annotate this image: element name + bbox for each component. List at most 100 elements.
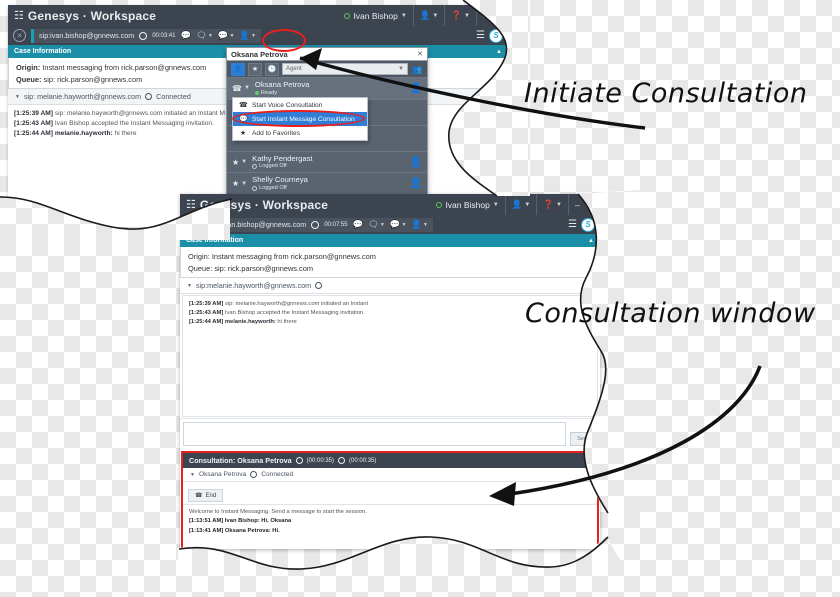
menu-item-start-voice-consultation[interactable]: ☎ Start Voice Consultation xyxy=(233,98,367,112)
im-reply-icon[interactable]: 💬 xyxy=(353,219,364,230)
main-menu-icon[interactable]: ☰ xyxy=(568,219,577,230)
main-menu-icon[interactable]: ☰ xyxy=(476,30,485,41)
status-logged-off-icon xyxy=(252,185,258,191)
chevron-down-icon[interactable]: ▼ xyxy=(15,94,20,100)
consultation-header[interactable]: Consultation: Oksana Petrova (00:00:35) … xyxy=(183,453,597,468)
contact-type-filter-value: Agent xyxy=(286,66,302,72)
list-item[interactable]: ★ ▼ Shelly Courneya Logged Off 👤 xyxy=(227,173,427,195)
maximize-button[interactable]: ❐ xyxy=(586,199,594,210)
annotation-initiate-consultation: Initiate Consultation xyxy=(524,78,808,109)
phone-icon[interactable]: ☎ ▼ xyxy=(232,84,250,93)
consultation-panel: Consultation: Oksana Petrova (00:00:35) … xyxy=(181,451,599,549)
chevron-down-icon: ▼ xyxy=(463,12,470,19)
message-time: [1:25:39 AM] xyxy=(14,110,53,117)
message-text: hi there xyxy=(112,130,137,138)
chevron-down-icon[interactable]: ▼ xyxy=(190,472,195,478)
contact-name: Shelly Courneya xyxy=(252,175,308,185)
end-button-label: End xyxy=(205,492,217,499)
chevron-down-icon: ▼ xyxy=(432,12,439,19)
maximize-button[interactable]: ❐ xyxy=(494,10,502,21)
consultation-timer-1: (00:00:35) xyxy=(306,457,335,464)
user-name-label: Ivan Bishop xyxy=(445,199,490,210)
message-time: [1:25:43 AM] xyxy=(14,120,53,128)
star-icon[interactable]: ★ ▼ xyxy=(232,179,247,188)
chevron-down-icon[interactable]: ▼ xyxy=(187,283,192,289)
close-icon[interactable]: ✕ xyxy=(417,50,423,58)
consult-icon[interactable]: 👤 ▼ xyxy=(239,30,256,41)
queue-value: sip: rick.parson@gnnews.com xyxy=(214,263,314,273)
agent-icon: 👤 xyxy=(511,199,523,209)
connected-icon xyxy=(250,471,258,478)
message-text: initiated an Instant M xyxy=(162,110,225,117)
message-time: [1:13:41 AM] xyxy=(189,527,224,534)
minimize-button[interactable]: – xyxy=(575,200,580,210)
agent-menu[interactable]: 👤 ▼ xyxy=(506,194,538,215)
contact-type-filter[interactable]: Agent ▼ xyxy=(282,63,408,75)
chevron-up-icon[interactable]: ▲ xyxy=(585,458,591,464)
contact-name: Kathy Pendergast xyxy=(252,153,313,163)
status-ready-icon xyxy=(344,12,351,19)
case-information-title: Case Information xyxy=(14,48,72,55)
interaction-timer: 00:07:55 xyxy=(324,221,348,228)
conference-icon[interactable]: 💬 ▼ xyxy=(218,30,235,41)
consultation-party-row[interactable]: ▼ Oksana Petrova Connected xyxy=(183,468,597,482)
menu-item-start-im-consultation[interactable]: 💬 Start Instant Message Consultation xyxy=(233,112,367,126)
consultation-party-status: Connected xyxy=(261,471,294,478)
skype-badge-icon[interactable]: S xyxy=(489,28,503,43)
agent-menu[interactable]: 👤 ▼ xyxy=(414,5,446,26)
contact-info: Kathy Pendergast Logged Off xyxy=(252,153,313,170)
contact-status-label: Logged Off xyxy=(259,185,287,192)
help-menu[interactable]: ❓ ▼ xyxy=(445,5,477,26)
minimize-button[interactable]: – xyxy=(483,11,488,21)
message-text: Hi. xyxy=(270,527,280,534)
window2-party-row[interactable]: ▼ sip:melanie.hayworth@gnnews.com xyxy=(180,278,600,294)
conference-icon[interactable]: 💬 ▼ xyxy=(390,219,407,230)
contact-info: Oksana Petrova Ready xyxy=(254,80,309,96)
end-interaction-icon[interactable]: ✕ xyxy=(13,29,26,42)
chevron-up-icon[interactable]: ▲ xyxy=(588,238,594,244)
consult-icon[interactable]: 👤 ▼ xyxy=(411,219,428,230)
chevron-up-icon[interactable]: ▲ xyxy=(496,49,502,55)
end-consultation-button[interactable]: ☎ End xyxy=(188,489,224,502)
origin-value: Instant messaging from rick.parson@gnnew… xyxy=(211,251,376,261)
menu-item-add-to-favorites[interactable]: ★ Add to Favorites xyxy=(233,126,367,140)
record-icon[interactable] xyxy=(311,220,320,229)
end-interaction-icon[interactable]: ✕ xyxy=(185,218,198,231)
message-time: [1:25:39 AM] xyxy=(189,301,224,307)
window2-composer: Send xyxy=(180,418,600,449)
active-interaction-pill[interactable]: sip:ivan.bishop@gnnews.com 00:07:55 💬 🗨 ▼… xyxy=(203,217,433,232)
window2-titlebar: ☷ Genesys · Workspace Ivan Bishop ▼ 👤 ▼ … xyxy=(180,194,600,215)
end-call-icon: ☎ xyxy=(195,493,203,499)
active-interaction-pill[interactable]: sip:ivan.bishop@gnnews.com 00:03:41 💬 🗨 ▼… xyxy=(31,28,261,43)
contact-search-input[interactable]: Oksana Petrova xyxy=(231,50,417,59)
window2-case-information-header[interactable]: Case Information ▲ xyxy=(180,234,600,247)
transfer-icon[interactable]: 🗨 ▼ xyxy=(368,219,385,230)
favorites-star-icon[interactable]: ★ xyxy=(248,62,262,76)
transfer-icon[interactable]: 🗨 ▼ xyxy=(196,30,213,41)
window2-case-information-body: Origin: Instant messaging from rick.pars… xyxy=(180,247,600,278)
queue-value: sip: rick.parson@gnnews.com xyxy=(43,74,143,84)
skype-badge-icon[interactable]: S xyxy=(581,217,595,232)
im-reply-icon[interactable]: 💬 xyxy=(181,30,192,41)
record-icon[interactable] xyxy=(139,31,148,40)
add-contact-icon[interactable]: 👥 xyxy=(411,64,423,75)
contact-list-icon[interactable]: 👤 xyxy=(231,62,245,76)
user-status-menu[interactable]: Ivan Bishop ▼ xyxy=(338,5,414,26)
list-item[interactable]: ★ ▼ Kathy Pendergast Logged Off 👤 xyxy=(227,152,427,174)
user-name-label: Ivan Bishop xyxy=(353,10,398,21)
user-status-menu[interactable]: Ivan Bishop ▼ xyxy=(430,194,506,215)
send-button[interactable]: Send xyxy=(570,432,597,446)
contact-status-label: Logged Off xyxy=(259,163,287,170)
star-icon[interactable]: ★ ▼ xyxy=(232,158,247,167)
message-time: [1:25:44 AM] xyxy=(14,130,53,138)
help-icon: ❓ xyxy=(451,10,462,20)
status-logged-off-icon xyxy=(252,163,258,169)
recent-icon[interactable]: 🕒 xyxy=(265,62,279,76)
message-input[interactable] xyxy=(183,422,567,446)
contact-search-row[interactable]: Oksana Petrova ✕ xyxy=(227,48,427,61)
help-menu[interactable]: ❓ ▼ xyxy=(537,194,569,215)
im-icon: 💬 xyxy=(239,116,248,123)
chat-message: [1:13:41 AM] Oksana Petrova: Hi. xyxy=(189,527,591,536)
message-time: [1:25:44 AM] xyxy=(189,318,224,325)
party-status-label: Connected xyxy=(156,92,191,101)
